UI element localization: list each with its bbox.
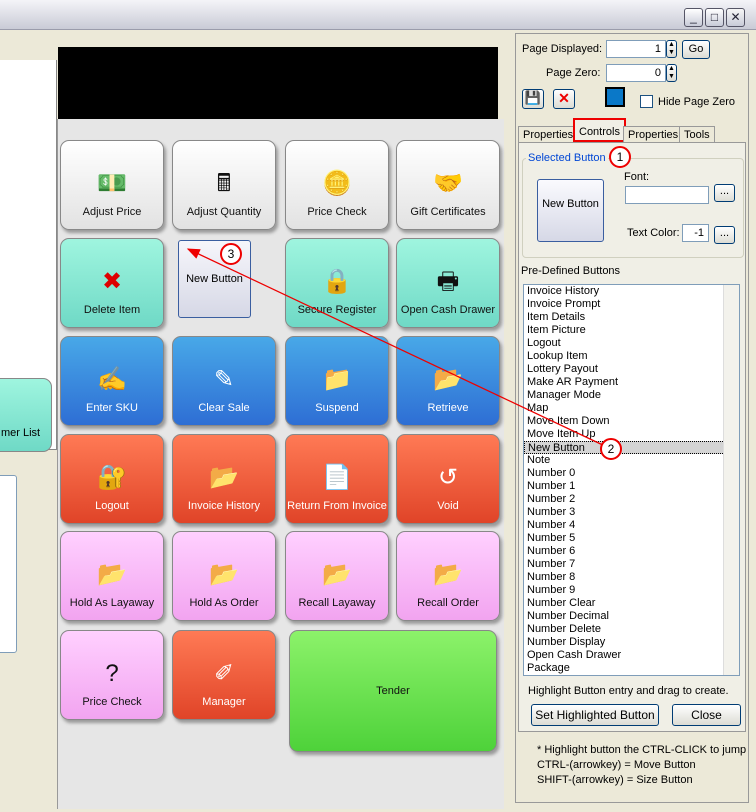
callout-2: 2 xyxy=(600,438,622,460)
callout-3: 3 xyxy=(220,243,242,265)
callout-1: 1 xyxy=(609,146,631,168)
drag-arrow xyxy=(186,248,608,448)
